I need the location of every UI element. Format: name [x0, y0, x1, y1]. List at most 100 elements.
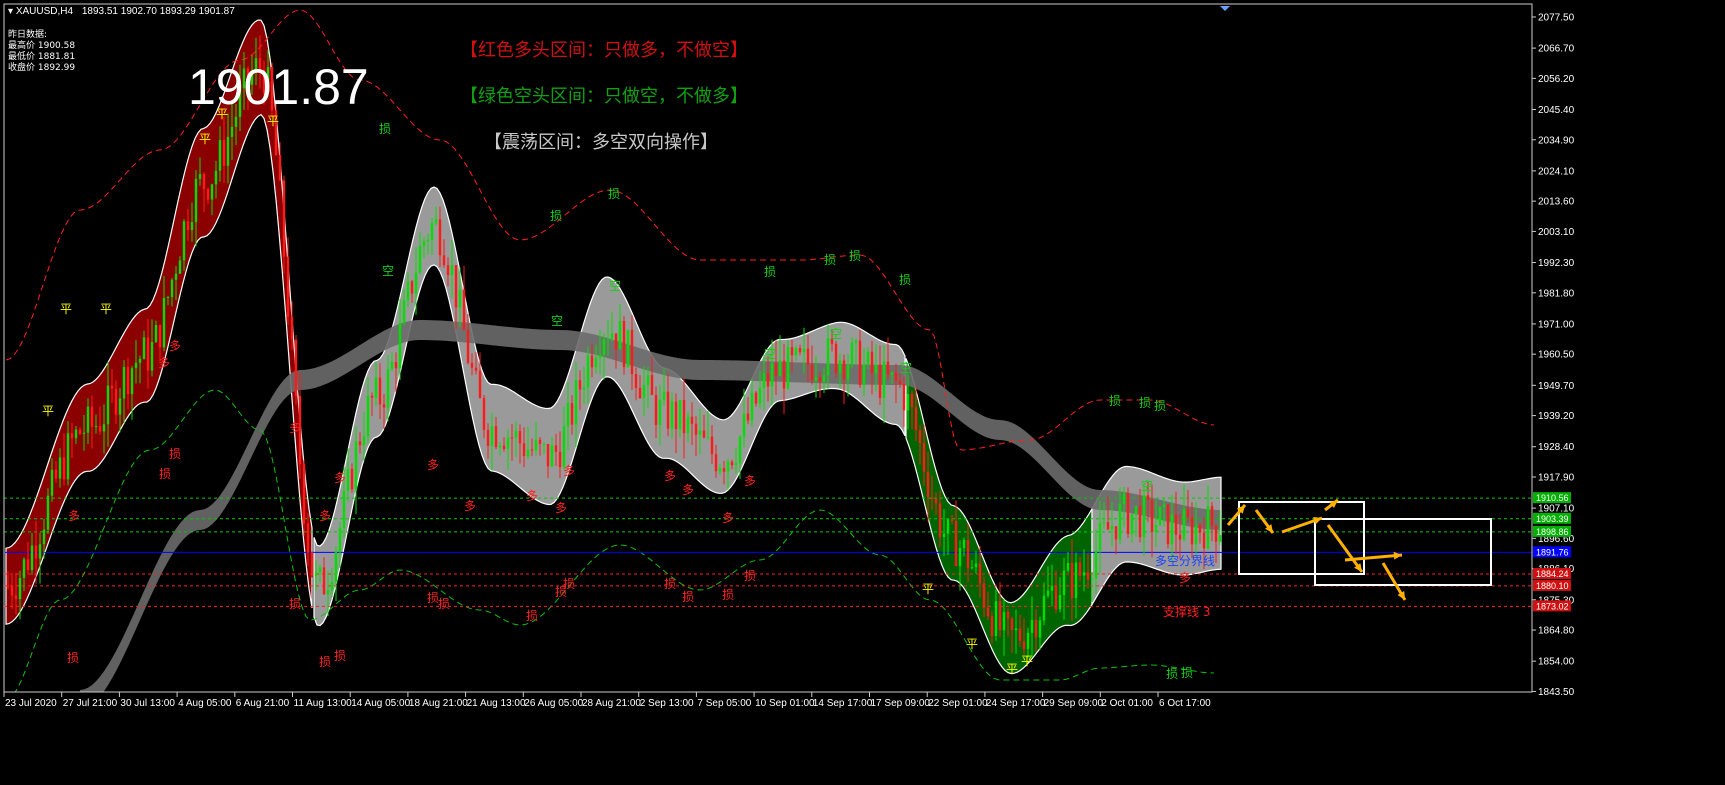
candle-body: [694, 423, 698, 435]
signal-mark: 损: [1154, 399, 1166, 413]
candle-body: [174, 273, 178, 280]
y-tick-label: 1971.00: [1538, 319, 1575, 330]
candle-body: [810, 364, 814, 381]
candle-body: [946, 519, 950, 534]
candle-body: [218, 140, 222, 171]
candle-body: [1050, 586, 1054, 591]
candle-body: [458, 289, 462, 308]
candle-body: [698, 430, 702, 435]
candle-body: [146, 337, 150, 371]
candle-body: [86, 406, 90, 433]
candle-body: [294, 339, 298, 396]
candle-body: [118, 398, 122, 415]
signal-mark: 多: [555, 501, 567, 515]
candle-body: [922, 442, 926, 472]
candle-body: [126, 367, 130, 395]
candle-body: [1150, 499, 1154, 532]
candle-body: [50, 469, 54, 496]
candle-body: [1094, 550, 1098, 579]
candle-body: [998, 601, 1002, 631]
signal-mark: 多: [744, 474, 756, 488]
candle-body: [670, 401, 674, 429]
collapse-triangle-icon[interactable]: ▾: [8, 6, 13, 17]
candle-body: [586, 355, 590, 388]
signal-mark: 多: [1179, 571, 1191, 585]
candle-body: [950, 519, 954, 521]
signal-mark: 多: [334, 471, 346, 485]
candle-body: [914, 407, 918, 431]
signal-mark: 平: [199, 132, 211, 146]
candle-body: [478, 370, 482, 399]
candle-body: [794, 348, 798, 356]
candle-body: [162, 298, 166, 348]
candle-body: [858, 340, 862, 386]
signal-mark: 损: [159, 467, 171, 481]
signal-mark: 空: [830, 327, 842, 341]
x-tick-label: 24 Sep 17:00: [986, 698, 1046, 709]
candle-body: [90, 406, 94, 427]
candle-body: [454, 265, 458, 308]
x-tick-label: 11 Aug 13:00: [294, 698, 353, 709]
price-tag-label: 1891.76: [1536, 547, 1569, 557]
candle-body: [138, 358, 142, 363]
candle-body: [598, 354, 602, 359]
y-tick-label: 2024.10: [1538, 166, 1575, 177]
y-tick-label: 1981.80: [1538, 288, 1575, 299]
signal-mark: 损: [550, 209, 562, 223]
candle-body: [1130, 514, 1134, 534]
candle-body: [970, 567, 974, 569]
price-tag: 1910.56: [1533, 492, 1571, 504]
signal-mark: 损: [899, 273, 911, 287]
signal-mark: 损: [67, 651, 79, 665]
price-tag: 1884.24: [1533, 567, 1571, 579]
candle-body: [1186, 509, 1190, 518]
candle-body: [358, 441, 362, 446]
signal-mark: 损: [1181, 666, 1193, 680]
candle-body: [426, 239, 430, 242]
candle-body: [618, 320, 622, 350]
candle-body: [1174, 514, 1178, 535]
candle-body: [1114, 526, 1118, 540]
candle-body: [634, 374, 638, 388]
candle-body: [1162, 504, 1166, 508]
candle-body: [402, 300, 406, 324]
signal-mark: 空: [382, 264, 394, 278]
price-tag-label: 1884.24: [1536, 569, 1569, 579]
price-tag-label: 1903.39: [1536, 514, 1569, 524]
candle-body: [142, 337, 146, 359]
candle-body: [982, 583, 986, 608]
candle-body: [366, 395, 370, 437]
chart-header: ▾ XAUUSD,H4 1893.51 1902.70 1893.29 1901…: [8, 6, 235, 17]
candle-body: [482, 398, 486, 430]
candle-body: [590, 355, 594, 368]
candle-body: [410, 281, 414, 294]
notice-red-zone: 【红色多头区间：只做多，不做空】: [460, 40, 748, 61]
candle-body: [530, 449, 534, 451]
candle-body: [1098, 522, 1102, 551]
candle-body: [562, 426, 566, 468]
x-tick-label: 14 Sep 17:00: [813, 698, 873, 709]
candle-body: [1206, 506, 1210, 549]
signal-mark: 损: [379, 122, 391, 136]
candle-body: [594, 358, 598, 368]
signal-mark: 损: [1166, 667, 1178, 681]
price-tag: 1873.02: [1533, 600, 1571, 612]
signal-mark: 损: [1109, 394, 1121, 408]
candle-body: [1158, 507, 1162, 526]
x-tick-label: 26 Aug 05:00: [524, 698, 583, 709]
candle-body: [1102, 522, 1106, 524]
candle-body: [110, 385, 114, 389]
candle-body: [462, 289, 466, 331]
candle-body: [954, 520, 958, 566]
candle-body: [214, 170, 218, 185]
candle-body: [1002, 611, 1006, 631]
candle-body: [630, 329, 634, 375]
candle-body: [1078, 562, 1082, 576]
candle-body: [1122, 493, 1126, 504]
x-tick-label: 14 Aug 05:00: [351, 698, 410, 709]
y-tick-label: 1917.90: [1538, 472, 1575, 483]
y-tick-label: 1960.50: [1538, 350, 1575, 361]
stats-low: 最低价 1881.81: [8, 52, 76, 62]
price-chart[interactable]: 平平平平平 平平平平平空空空空空空空多多多多多多多多多多多 多多多多多损损损损损 损损…: [0, 0, 1725, 785]
candle-body: [686, 416, 690, 434]
